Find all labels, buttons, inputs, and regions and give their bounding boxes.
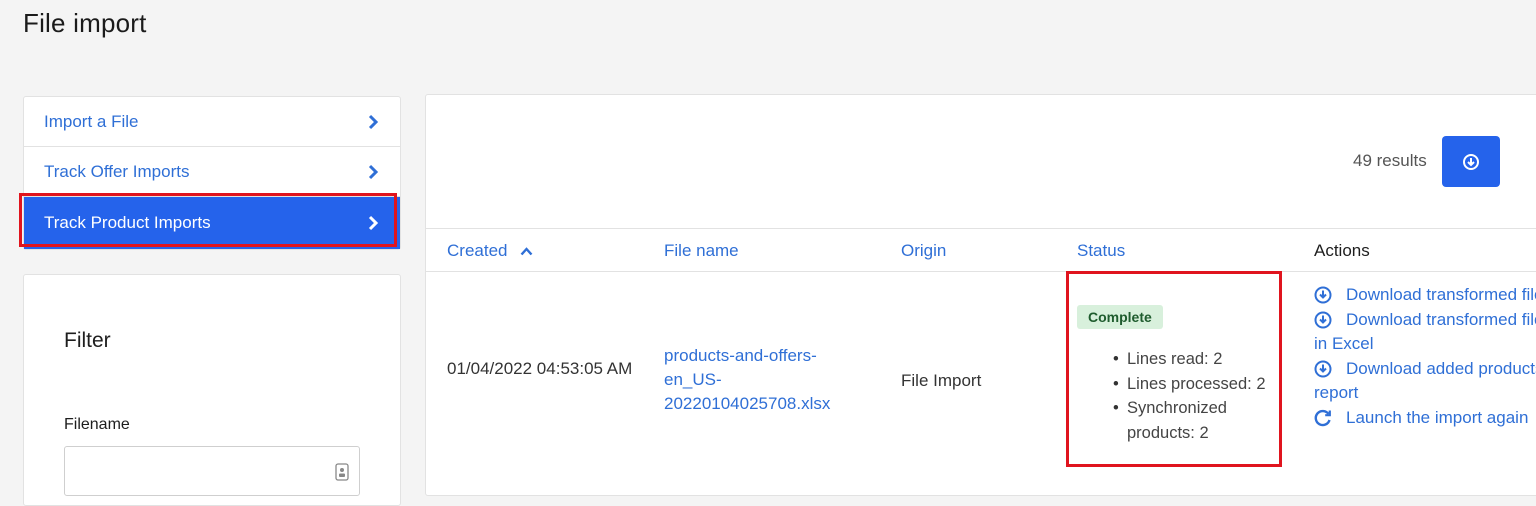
- actions-cell: Download transformed file Download trans…: [1314, 283, 1536, 430]
- action-label: Launch the import again: [1346, 407, 1529, 427]
- file-name-link[interactable]: products-and-offers-en_US-20220104025708…: [664, 344, 864, 416]
- download-circle-icon: [1314, 311, 1332, 328]
- stat-lines-read: Lines read: 2: [1105, 347, 1280, 372]
- download-circle-icon: [1314, 360, 1332, 377]
- download-circle-icon: [1463, 153, 1479, 170]
- chevron-right-icon: [368, 164, 379, 179]
- column-header-actions: Actions: [1314, 241, 1370, 260]
- download-circle-icon: [1314, 286, 1332, 304]
- nav-item-label: Track Offer Imports: [44, 161, 190, 181]
- nav-item-track-product-imports[interactable]: Track Product Imports: [24, 197, 400, 249]
- contact-card-icon: [335, 463, 349, 481]
- nav-item-track-offer-imports[interactable]: Track Offer Imports: [24, 147, 400, 197]
- origin-cell: File Import: [901, 371, 982, 390]
- nav-item-label: Import a File: [44, 111, 139, 131]
- filename-label: Filename: [64, 416, 130, 433]
- nav-item-import-file[interactable]: Import a File: [24, 97, 400, 147]
- stat-lines-processed: Lines processed: 2: [1105, 372, 1280, 397]
- stat-synchronized-products: Synchronized products: 2: [1105, 396, 1280, 445]
- column-header-label: Created: [447, 241, 508, 260]
- filter-title: Filter: [64, 329, 111, 352]
- sort-ascending-icon: [520, 247, 533, 256]
- column-header-origin[interactable]: Origin: [901, 241, 946, 261]
- filter-panel: Filter Filename: [23, 274, 401, 506]
- refresh-icon: [1314, 409, 1331, 426]
- download-added-products-report-link[interactable]: Download added products report: [1314, 357, 1536, 406]
- launch-import-again-link[interactable]: Launch the import again: [1314, 406, 1536, 431]
- action-label: Download added products report: [1314, 358, 1536, 403]
- chevron-right-icon: [368, 114, 379, 129]
- status-stats-list: Lines read: 2 Lines processed: 2 Synchro…: [1105, 347, 1280, 445]
- action-label: Download transformed file: [1346, 285, 1536, 304]
- page-title: File import: [23, 8, 147, 38]
- status-badge: Complete: [1077, 305, 1163, 329]
- download-results-button[interactable]: [1442, 136, 1500, 187]
- action-label: Download transformed file in Excel: [1314, 309, 1536, 354]
- results-count: 49 results: [1353, 151, 1427, 170]
- download-transformed-excel-link[interactable]: Download transformed file in Excel: [1314, 308, 1536, 357]
- chevron-right-icon: [368, 215, 379, 231]
- column-header-status[interactable]: Status: [1077, 241, 1125, 261]
- created-cell: 01/04/2022 04:53:05 AM: [447, 359, 633, 378]
- column-header-file-name[interactable]: File name: [664, 241, 739, 261]
- nav-item-label: Track Product Imports: [44, 213, 211, 232]
- import-nav: Import a File Track Offer Imports Track …: [23, 96, 401, 250]
- imports-table-panel: 49 results Created File name Origin Stat…: [425, 94, 1536, 496]
- column-header-created[interactable]: Created: [447, 241, 533, 261]
- table-header: Created File name Origin Status Actions: [426, 228, 1536, 272]
- download-transformed-file-link[interactable]: Download transformed file: [1314, 283, 1536, 308]
